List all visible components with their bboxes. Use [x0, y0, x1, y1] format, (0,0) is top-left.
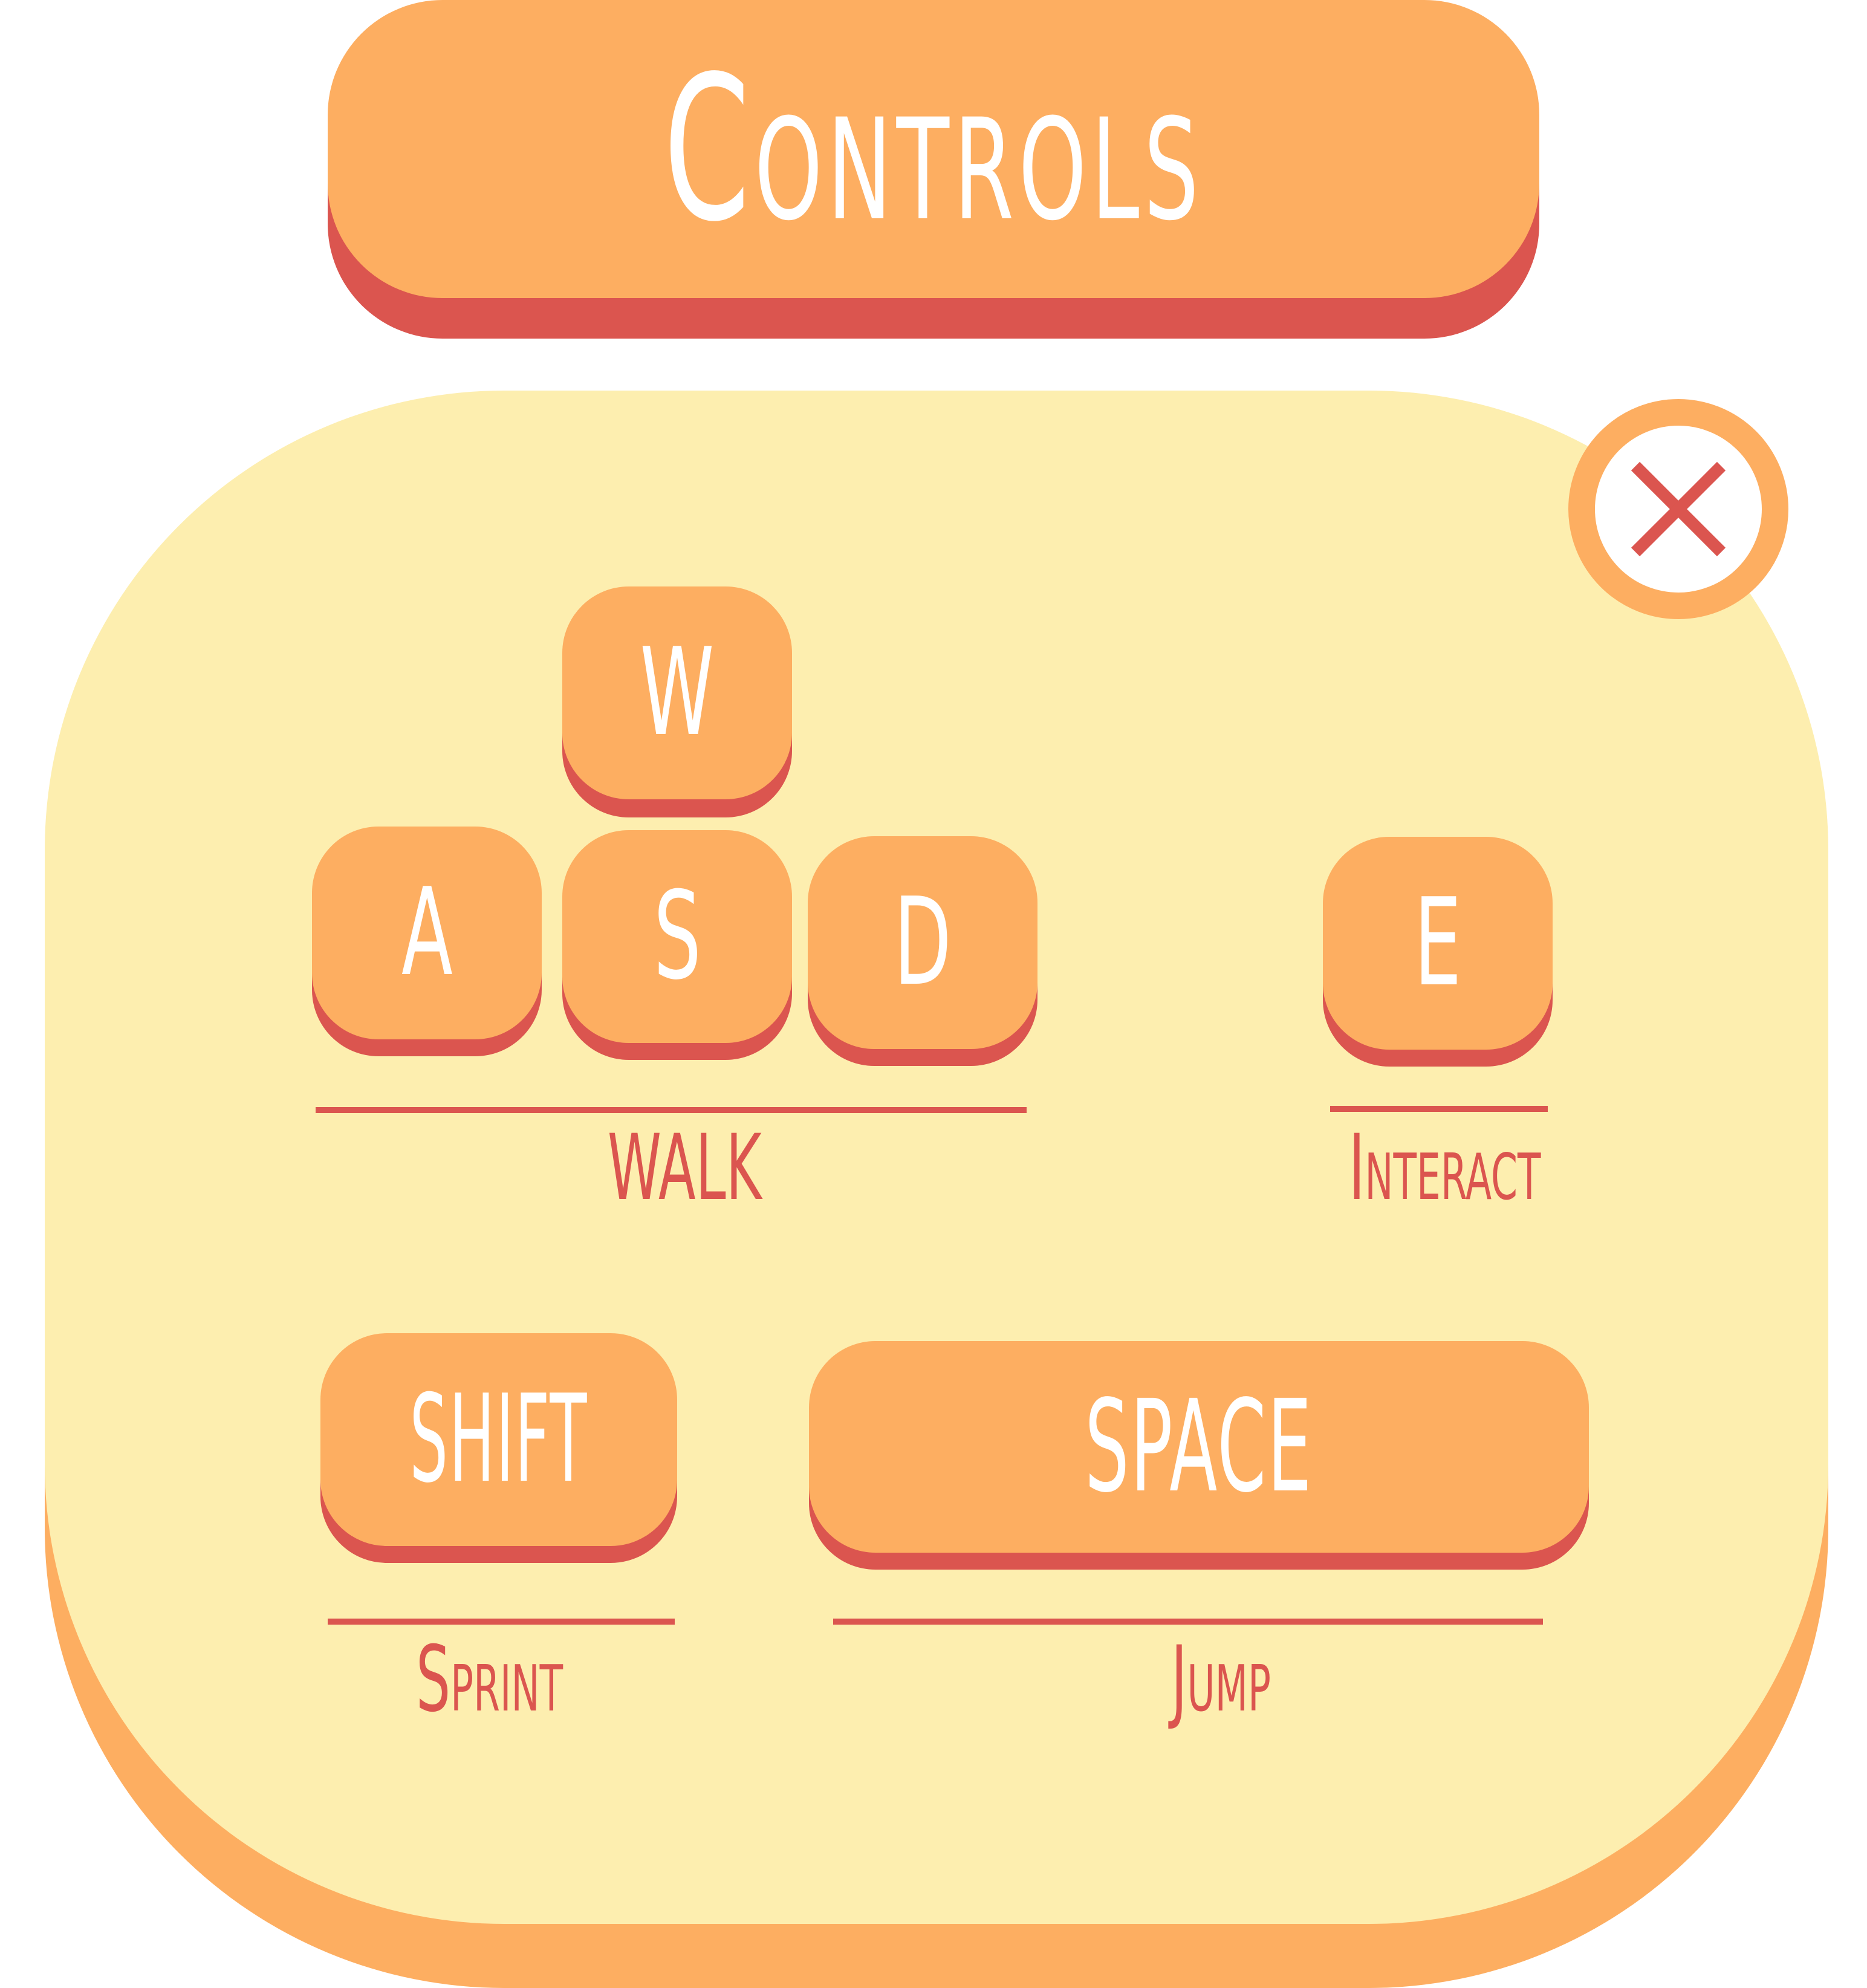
key-shift-label: SHIFT: [409, 1369, 588, 1510]
close-button[interactable]: [1568, 399, 1788, 619]
jump-underline: [833, 1619, 1543, 1625]
interact-underline: [1330, 1106, 1548, 1112]
key-s[interactable]: S: [562, 830, 792, 1060]
interact-caption: Interact: [1233, 1123, 1657, 1213]
key-s-label: S: [653, 866, 701, 1007]
jump-caption: Jump: [1028, 1634, 1415, 1725]
key-shift[interactable]: SHIFT: [320, 1333, 677, 1563]
walk-caption-text: WALK: [607, 1116, 762, 1221]
page-title: Controls: [663, 33, 1204, 265]
key-space-label: SPACE: [1085, 1372, 1313, 1521]
key-a[interactable]: A: [312, 827, 542, 1056]
key-d[interactable]: D: [808, 836, 1037, 1066]
key-w-label: W: [640, 622, 715, 763]
sprint-caption-text: Sprint: [416, 1627, 563, 1732]
key-w[interactable]: W: [562, 586, 792, 817]
key-e-label: E: [1414, 872, 1462, 1013]
key-a-label: A: [401, 862, 453, 1003]
close-icon: [1631, 461, 1726, 557]
walk-caption: WALK: [497, 1123, 872, 1213]
walk-underline: [316, 1107, 1027, 1113]
title-banner: Controls: [328, 0, 1539, 298]
sprint-caption: Sprint: [290, 1634, 689, 1725]
key-e[interactable]: E: [1323, 837, 1553, 1067]
sprint-underline: [328, 1619, 675, 1625]
key-d-label: D: [894, 872, 952, 1013]
key-space[interactable]: SPACE: [809, 1341, 1589, 1570]
interact-caption-text: Interact: [1349, 1116, 1541, 1221]
jump-caption-text: Jump: [1171, 1627, 1271, 1732]
